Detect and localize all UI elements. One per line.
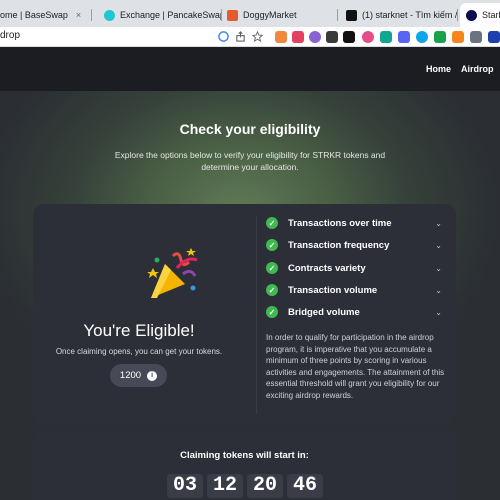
- criteria-description: In order to qualify for participation in…: [266, 333, 445, 400]
- eligible-heading: You're Eligible!: [83, 321, 195, 340]
- tab-doggymarket[interactable]: DoggyMarket: [221, 3, 338, 27]
- pancakeswap-favicon-icon: [104, 9, 115, 21]
- check-circle-icon: ✓: [266, 262, 278, 274]
- url-field[interactable]: drop: [0, 30, 20, 41]
- nav-home-link[interactable]: Home: [426, 64, 451, 74]
- tab-stark-active[interactable]: Stark: [460, 3, 500, 27]
- tab-baseswap[interactable]: ome | BaseSwap ×: [0, 3, 92, 27]
- chevron-down-icon[interactable]: ⌄: [435, 286, 442, 295]
- criteria-label: Contracts variety: [288, 262, 366, 274]
- extension-6-icon[interactable]: [380, 31, 392, 43]
- tab-title: ome | BaseSwap: [0, 10, 68, 20]
- page-title: Check your eligibility: [179, 121, 321, 137]
- page-subtitle: Explore the options below to verify your…: [114, 150, 386, 172]
- puzzle-extension-icon[interactable]: [343, 31, 355, 43]
- tab-title: Exchange | PancakeSwap: [120, 10, 222, 20]
- extension-1-icon[interactable]: [275, 31, 287, 43]
- tab-title: (1) starknet - Tìm kiếm / X: [362, 10, 458, 20]
- nav-airdrop-link[interactable]: Airdrop: [461, 64, 494, 74]
- tab-title: DoggyMarket: [243, 10, 297, 20]
- site-navbar: Home Airdrop: [0, 47, 500, 91]
- countdown-seconds: 46: [287, 474, 323, 498]
- doggymarket-favicon-icon: [227, 9, 238, 21]
- tab-title: Stark: [482, 10, 500, 20]
- chevron-down-icon[interactable]: ⌄: [435, 308, 442, 317]
- extension-2-icon[interactable]: [292, 31, 304, 43]
- tab-pancakeswap[interactable]: Exchange | PancakeSwap ×: [98, 3, 222, 27]
- browser-tab-strip: ome | BaseSwap × Exchange | PancakeSwap …: [0, 0, 500, 27]
- stark-favicon-icon: [466, 9, 477, 21]
- check-circle-icon: ✓: [266, 284, 278, 296]
- eligible-subtext: Once claiming opens, you can get your to…: [55, 347, 223, 356]
- extension-7-icon[interactable]: [398, 31, 410, 43]
- check-circle-icon: ✓: [266, 306, 278, 318]
- criteria-item-transaction-volume[interactable]: ✓ Transaction volume ⌄: [266, 282, 442, 298]
- party-popper-icon: [147, 248, 198, 298]
- countdown-hours: 12: [207, 474, 243, 498]
- criteria-label: Transaction volume: [288, 284, 378, 296]
- chevron-down-icon[interactable]: ⌄: [435, 264, 442, 273]
- chevron-down-icon[interactable]: ⌄: [435, 219, 442, 228]
- criteria-label: Transactions over time: [288, 217, 392, 229]
- extension-11-icon[interactable]: [488, 31, 500, 43]
- metamask-icon[interactable]: [452, 31, 464, 43]
- extension-3-icon[interactable]: [309, 31, 321, 43]
- share-icon[interactable]: [235, 31, 246, 42]
- tab-x-search[interactable]: (1) starknet - Tìm kiếm / X ×: [340, 3, 458, 27]
- check-circle-icon: ✓: [266, 217, 278, 229]
- x-favicon-icon: [346, 9, 357, 21]
- extension-9-icon[interactable]: [434, 31, 446, 43]
- check-circle-icon: ✓: [266, 239, 278, 251]
- criteria-label: Bridged volume: [288, 306, 360, 318]
- extension-4-icon[interactable]: [326, 31, 338, 43]
- criteria-item-contracts-variety[interactable]: ✓ Contracts variety ⌄: [266, 260, 442, 276]
- criteria-item-bridged-volume[interactable]: ✓ Bridged volume ⌄: [266, 304, 442, 320]
- points-badge[interactable]: 1200 i: [110, 364, 167, 387]
- address-bar: drop: [0, 27, 500, 47]
- eligibility-card: You're Eligible! Once claiming opens, yo…: [33, 204, 456, 425]
- hero-section: Check your eligibility Explore the optio…: [0, 91, 500, 500]
- site: Home Airdrop Check your eligibility Expl…: [0, 47, 500, 500]
- google-lens-icon[interactable]: [218, 31, 229, 42]
- countdown-days: 03: [167, 474, 203, 498]
- points-value: 1200: [119, 370, 142, 381]
- claim-countdown-card: Claiming tokens will start in: 03 12 20 …: [33, 432, 456, 500]
- claim-heading: Claiming tokens will start in:: [180, 450, 309, 461]
- countdown-minutes: 20: [247, 474, 283, 498]
- close-icon[interactable]: ×: [76, 10, 81, 20]
- criteria-item-transactions-over-time[interactable]: ✓ Transactions over time ⌄: [266, 215, 442, 231]
- chevron-down-icon[interactable]: ⌄: [435, 241, 442, 250]
- bookmark-star-icon[interactable]: [252, 31, 263, 42]
- card-divider: [256, 216, 257, 414]
- criteria-label: Transaction frequency: [288, 239, 390, 251]
- criteria-item-transaction-frequency[interactable]: ✓ Transaction frequency ⌄: [266, 237, 442, 253]
- extension-10-icon[interactable]: [470, 31, 482, 43]
- extension-5-icon[interactable]: [362, 31, 374, 43]
- info-icon[interactable]: i: [147, 370, 158, 381]
- extension-8-icon[interactable]: [416, 31, 428, 43]
